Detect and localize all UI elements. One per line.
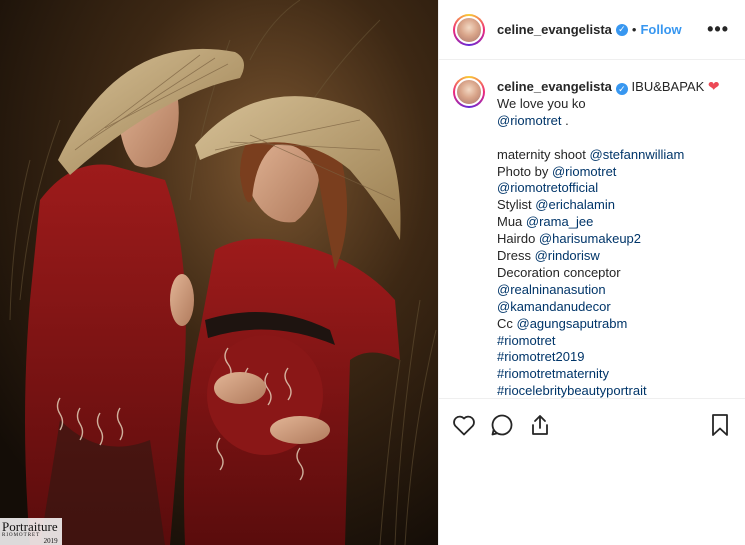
follow-button[interactable]: Follow xyxy=(640,22,681,37)
hashtag-link[interactable]: #riomotret xyxy=(497,333,720,350)
mention-link[interactable]: @riomotretofficial xyxy=(497,180,720,197)
avatar-image xyxy=(455,15,483,44)
mention-link[interactable]: @rindorisw xyxy=(535,248,600,263)
mention-link[interactable]: @harisumakeup2 xyxy=(539,231,641,246)
mention-link[interactable]: @stefannwilliam xyxy=(590,147,685,162)
verified-badge-icon: ✓ xyxy=(615,83,628,96)
caption-line: Decoration conceptor xyxy=(497,264,621,280)
post-photo[interactable]: Portraiture RIOMOTRET 2019 xyxy=(0,0,438,545)
action-bar xyxy=(439,398,745,450)
share-icon[interactable] xyxy=(527,412,553,438)
maternity-photo-illustration xyxy=(0,0,438,545)
caption-line-text: maternity shoot xyxy=(497,146,590,162)
caption-line-suffix: . xyxy=(561,112,569,128)
comment-icon[interactable] xyxy=(489,412,515,438)
caption-line: Cc @agungsaputrabm xyxy=(497,316,720,333)
caption-line-text: Hairdo xyxy=(497,231,539,247)
hashtag-link[interactable]: #riomotret2019 xyxy=(497,349,720,366)
caption-line: Mua @rama_jee xyxy=(497,214,720,231)
mention-link[interactable]: @kamandanudecor xyxy=(497,299,720,316)
mention-link[interactable]: @rama_jee xyxy=(526,214,593,229)
caption-line: Stylist @erichalamin xyxy=(497,197,720,214)
username-link[interactable]: celine_evangelista xyxy=(497,22,612,37)
watermark-title: Portraiture xyxy=(2,519,58,534)
caption-line-text: Stylist xyxy=(497,197,536,213)
post-side-panel: celine_evangelista ✓ • Follow ••• celine… xyxy=(438,0,745,545)
caption-line: @riomotret . xyxy=(497,113,720,130)
caption-line-text: Dress xyxy=(497,248,535,264)
mention-link[interactable]: @realninanasution xyxy=(497,282,720,299)
more-options-icon[interactable]: ••• xyxy=(707,19,729,40)
watermark-year: 2019 xyxy=(43,537,58,545)
caption-area[interactable]: celine_evangelista ✓ IBU&BAPAK ❤ We love … xyxy=(439,60,745,398)
caption-username-link[interactable]: celine_evangelista xyxy=(497,79,612,94)
hashtag-link[interactable]: #riomotretmaternity xyxy=(497,366,720,383)
mention-link[interactable]: @riomotret xyxy=(497,113,562,128)
caption-line: Dress @rindorisw xyxy=(497,248,720,265)
caption-line-text: Photo by xyxy=(497,163,552,179)
separator-dot: • xyxy=(631,22,637,37)
bookmark-icon[interactable] xyxy=(707,412,733,438)
red-heart-emoji-icon: ❤ xyxy=(707,78,720,94)
hashtag-link[interactable]: #riocelebritybeautyportrait xyxy=(497,383,720,398)
mention-link[interactable]: @agungsaputrabm xyxy=(517,316,628,331)
post-header: celine_evangelista ✓ • Follow ••• xyxy=(439,0,745,60)
verified-badge-icon: ✓ xyxy=(615,23,628,36)
caption-line: Hairdo @harisumakeup2 xyxy=(497,231,720,248)
caption-text: celine_evangelista ✓ IBU&BAPAK ❤ We love … xyxy=(497,78,720,398)
avatar-image xyxy=(455,78,483,106)
avatar[interactable] xyxy=(453,13,485,46)
watermark-logo: Portraiture RIOMOTRET 2019 xyxy=(0,518,62,545)
caption-line-text: Mua xyxy=(497,214,526,230)
caption-line: We love you ko xyxy=(497,95,586,111)
caption-line: maternity shoot @stefannwilliam xyxy=(497,147,720,164)
caption-avatar[interactable] xyxy=(453,76,485,108)
caption-line-text: Cc xyxy=(497,315,517,331)
mention-link[interactable]: @erichalamin xyxy=(535,197,615,212)
caption-line: Photo by @riomotret xyxy=(497,164,720,181)
caption-title: IBU&BAPAK xyxy=(631,79,705,94)
instagram-post: Portraiture RIOMOTRET 2019 celine_evange… xyxy=(0,0,745,545)
mention-link[interactable]: @riomotret xyxy=(552,164,617,179)
heart-outline-icon[interactable] xyxy=(451,412,477,438)
